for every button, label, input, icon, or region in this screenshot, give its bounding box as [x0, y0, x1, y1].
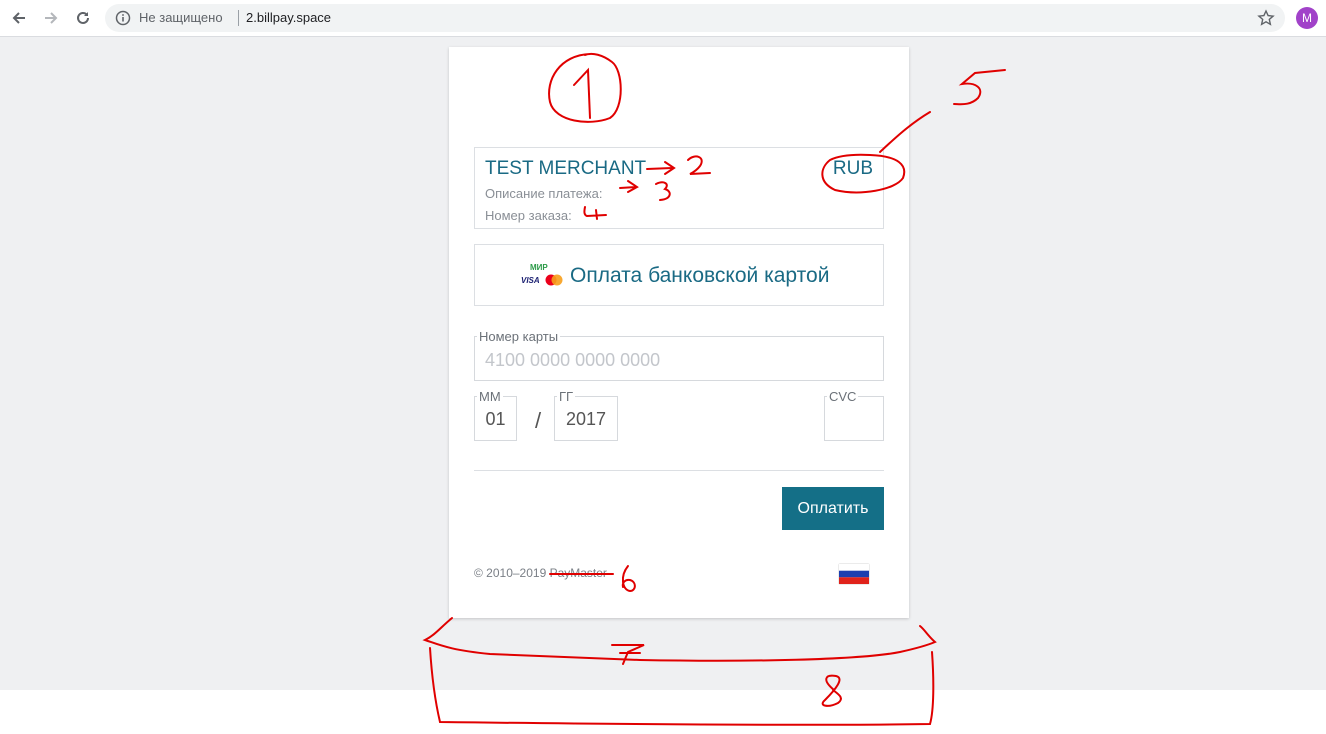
order-number-label: Номер заказа: — [485, 208, 572, 223]
payment-card: TEST MERCHANT RUB Описание платежа: Номе… — [449, 47, 909, 618]
russian-flag-icon[interactable] — [839, 564, 869, 584]
cvc-label: CVC — [827, 389, 859, 404]
currency-label: RUB — [832, 158, 873, 179]
copyright-text: © 2010–2019 PayMaster — [474, 566, 607, 580]
back-icon[interactable] — [8, 7, 30, 29]
star-icon[interactable] — [1257, 9, 1275, 27]
expiry-month-label: ММ — [477, 389, 503, 404]
divider — [474, 470, 884, 471]
payment-method-bank-card[interactable]: МИР VISA Оплата банковской картой — [474, 244, 884, 306]
visa-logo: VISA — [521, 276, 540, 285]
avatar[interactable]: M — [1296, 7, 1318, 29]
description-label: Описание платежа: — [485, 186, 603, 201]
browser-toolbar: Не защищено 2.billpay.space M — [0, 0, 1326, 37]
expiry-year-label: ГГ — [557, 389, 576, 404]
address-bar[interactable]: Не защищено 2.billpay.space — [105, 4, 1285, 32]
merchant-name: TEST MERCHANT — [485, 158, 647, 179]
mir-logo: МИР — [530, 263, 548, 272]
payment-method-title: Оплата банковской картой — [570, 264, 830, 287]
security-label[interactable]: Не защищено — [139, 10, 223, 25]
info-icon[interactable] — [115, 10, 131, 26]
card-number-label: Номер карты — [477, 329, 561, 344]
card-brands-icon: МИР VISA — [521, 263, 563, 286]
expiry-separator: / — [535, 408, 542, 433]
separator — [238, 10, 239, 26]
forward-icon[interactable] — [40, 7, 62, 29]
reload-icon[interactable] — [72, 7, 94, 29]
url-text[interactable]: 2.billpay.space — [246, 10, 331, 25]
pay-button[interactable]: Оплатить — [782, 487, 884, 530]
merchant-box: TEST MERCHANT RUB Описание платежа: Номе… — [474, 147, 884, 229]
